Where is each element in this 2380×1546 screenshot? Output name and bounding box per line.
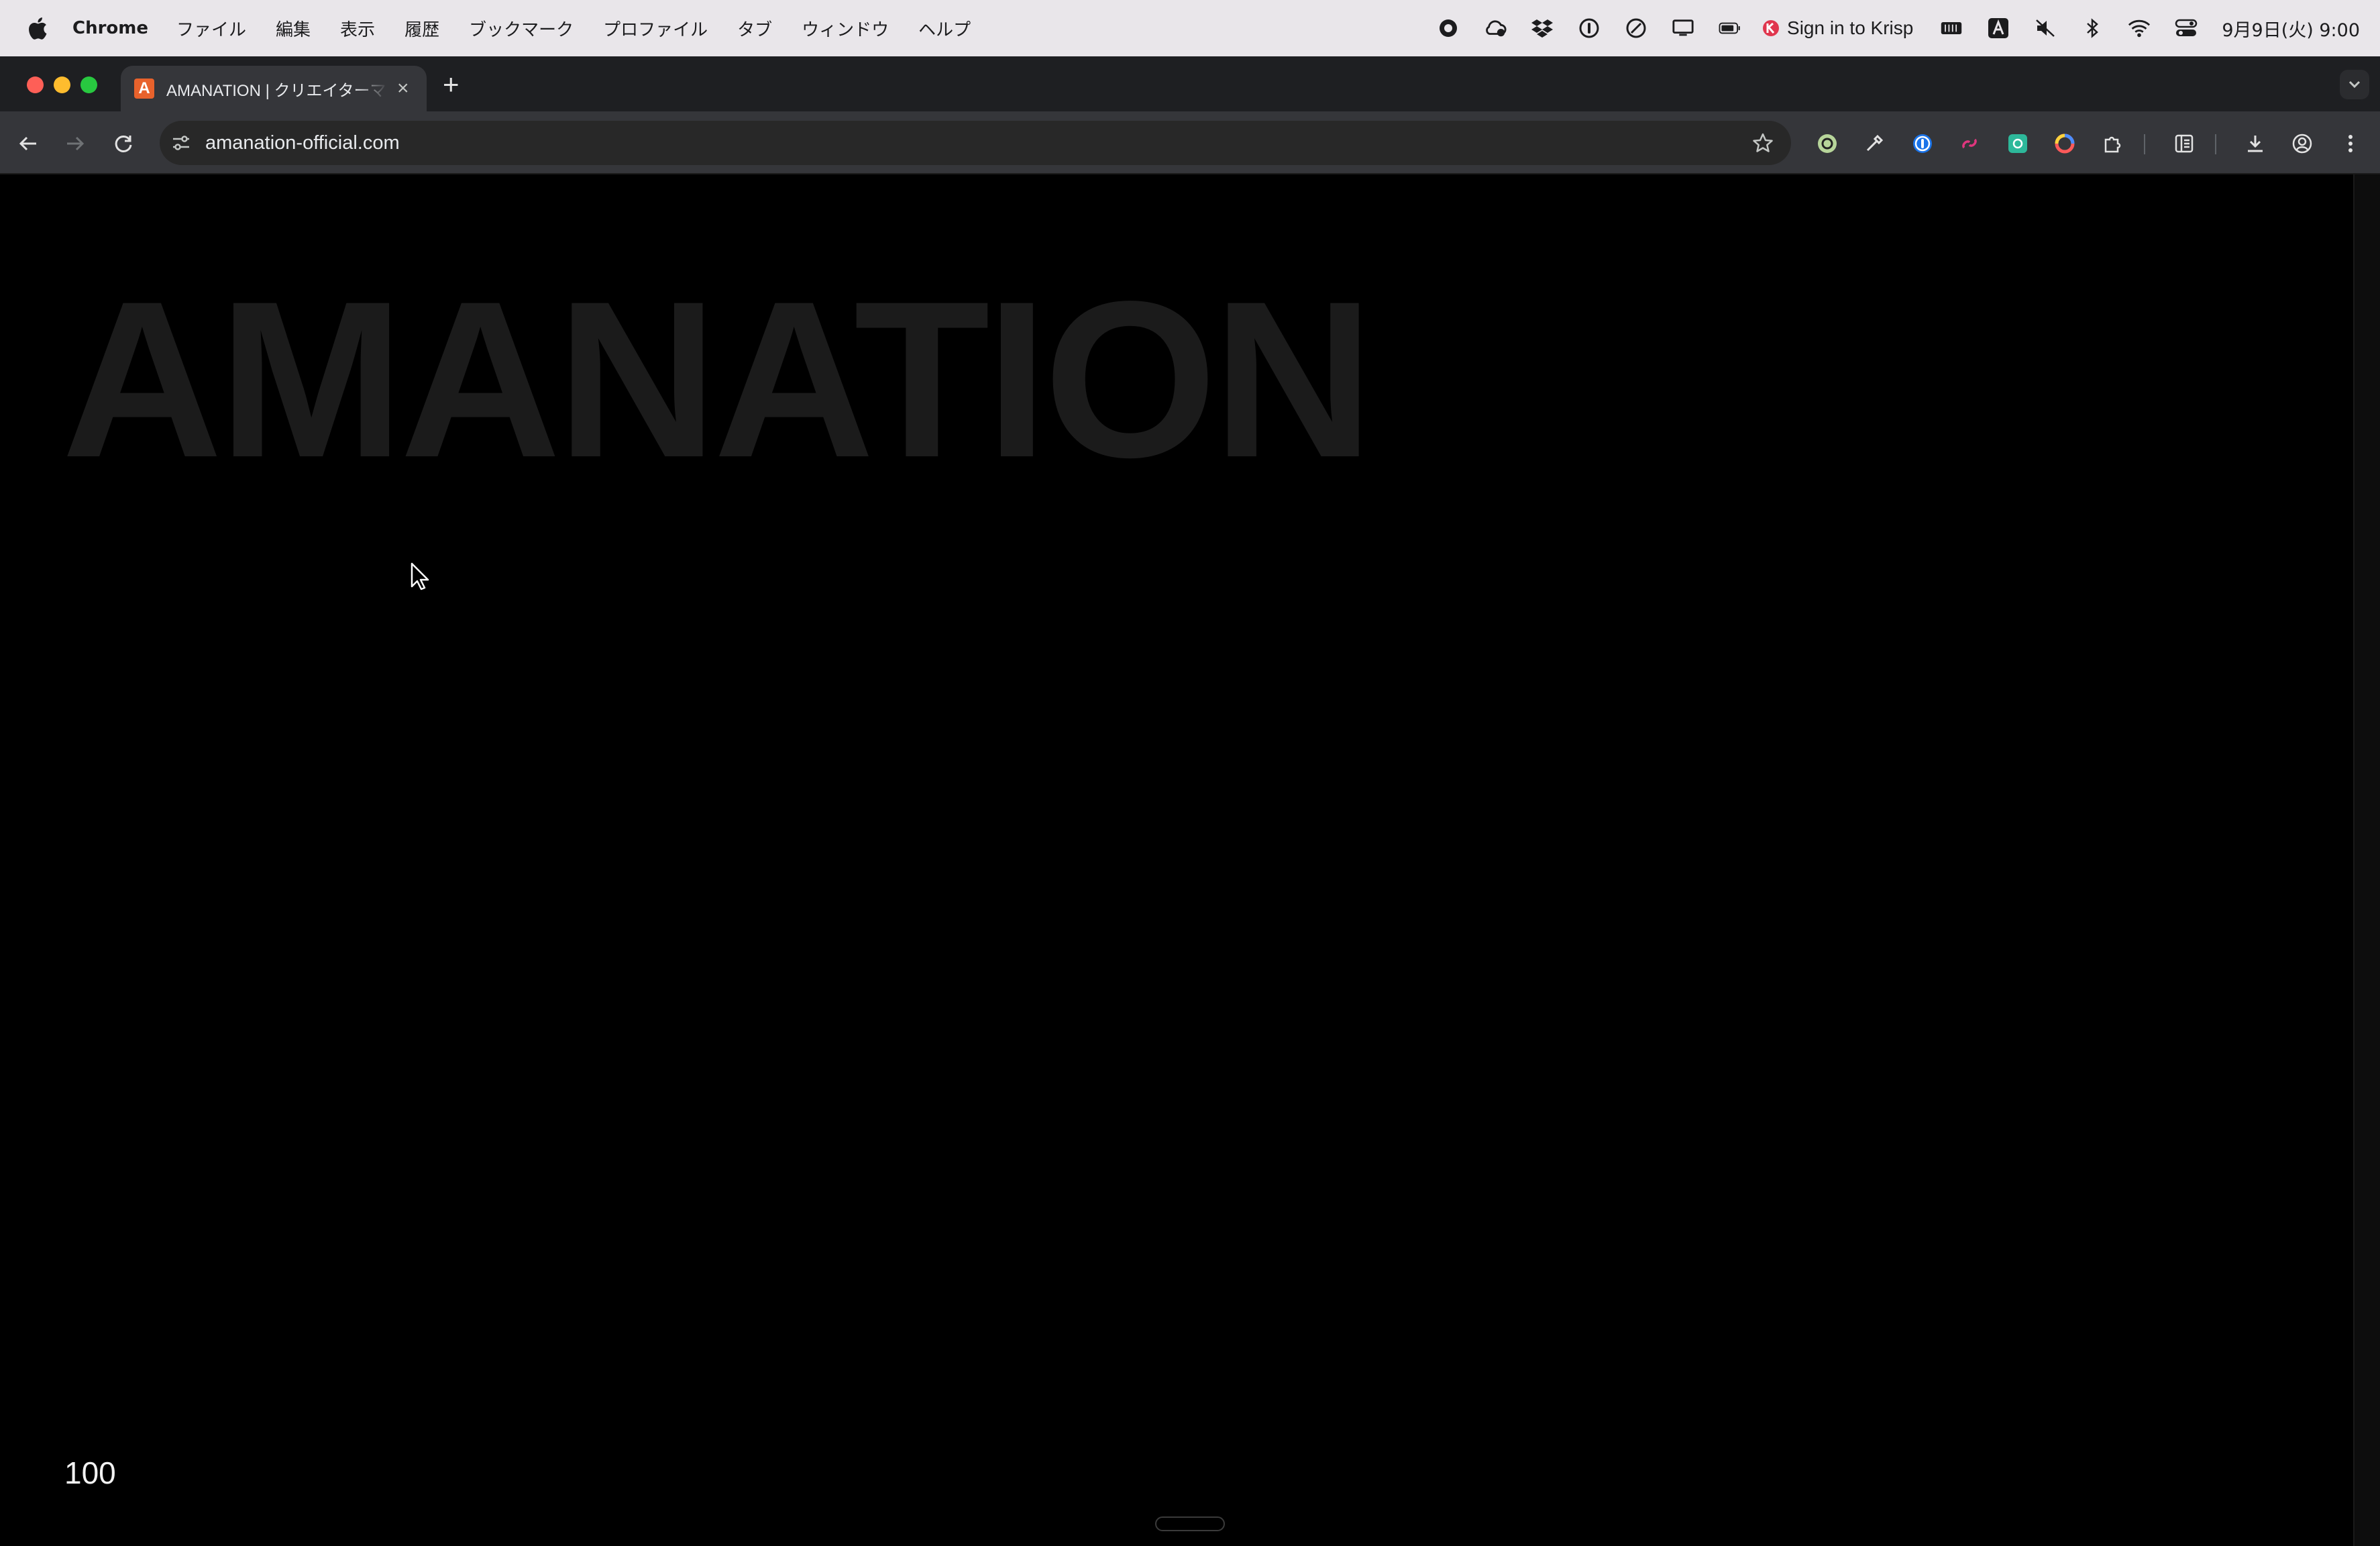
wifi-icon[interactable] [2128,17,2151,40]
menu-help[interactable]: ヘルプ [918,16,971,41]
new-tab-button[interactable]: + [443,70,459,99]
extension-link-icon[interactable] [1956,130,1983,157]
reload-icon [115,135,132,152]
menu-app-chrome[interactable]: Chrome [72,18,148,38]
menu-edit[interactable]: 編集 [276,16,311,41]
record-icon[interactable] [1437,17,1460,40]
downloads-icon[interactable] [2242,130,2269,157]
extension-screenshot-icon[interactable] [2004,130,2031,157]
input-source-icon[interactable] [1987,17,2010,40]
menu-tab[interactable]: タブ [737,16,772,41]
arrow-right-icon [67,136,85,151]
control-center-icon[interactable] [2175,17,2198,40]
extension-color-picker-icon[interactable] [2051,130,2078,157]
browser-toolbar: amanation-official.com [0,111,2380,174]
window-zoom-button[interactable] [80,76,97,93]
scroll-indicator[interactable] [1155,1516,1225,1531]
moon-app-icon[interactable] [1625,17,1647,40]
krisp-label: Sign in to Krisp [1787,17,1914,38]
reload-button[interactable] [110,130,137,157]
toolbar-divider [2215,134,2216,154]
window-minimize-button[interactable] [54,76,70,93]
menu-bookmarks[interactable]: ブックマーク [469,16,574,41]
krisp-icon [1763,20,1780,36]
reading-list-icon[interactable] [2171,130,2198,157]
onepassword-icon[interactable] [1578,17,1601,40]
window-close-button[interactable] [27,76,44,93]
menu-profiles[interactable]: プロファイル [603,16,708,41]
site-info-icon[interactable] [168,130,195,156]
hero-title: AMANATION [62,255,1374,504]
battery-icon[interactable] [1719,17,1741,40]
tab-strip: A AMANATION | クリエイターマネジメント × + [0,56,2380,111]
extension-onepassword-icon[interactable] [1909,130,1936,157]
url-text[interactable]: amanation-official.com [205,132,400,154]
tab-amanation[interactable]: A AMANATION | クリエイターマネジメント × [121,66,427,111]
browser-window: A AMANATION | クリエイターマネジメント × + amanation… [0,56,2380,1546]
tab-search-button[interactable] [2340,70,2369,99]
macos-menu-bar: Chrome ファイル 編集 表示 履歴 ブックマーク プロファイル タブ ウィ… [0,0,2380,56]
bookmark-star-icon[interactable] [1749,130,1776,156]
chrome-menu-icon[interactable] [2337,130,2364,157]
menu-history[interactable]: 履歴 [404,16,439,41]
address-bar[interactable]: amanation-official.com [160,121,1791,165]
back-button[interactable] [15,130,42,157]
forward-button[interactable] [62,130,89,157]
menu-view[interactable]: 表示 [340,16,375,41]
bluetooth-icon[interactable] [2081,17,2104,40]
tab-favicon: A [134,79,154,99]
page-viewport: AMANATION 100 [0,174,2353,1546]
memory-icon[interactable] [1940,17,1963,40]
display-icon[interactable] [1672,17,1694,40]
tab-close-icon[interactable]: × [397,79,409,99]
krisp-signin[interactable]: Sign in to Krisp [1762,17,1913,39]
toolbar-divider [2144,134,2145,154]
extensions-puzzle-icon[interactable] [2100,130,2126,157]
loading-counter: 100 [64,1455,116,1490]
tab-title: AMANATION | クリエイターマネジメント [166,81,388,100]
apple-logo-icon[interactable] [25,15,48,41]
profile-avatar-icon[interactable] [2289,130,2316,157]
extension-openai-icon[interactable] [1814,130,1841,157]
volume-muted-icon[interactable] [2034,17,2057,40]
page-scrollbar[interactable] [2353,174,2380,1546]
menu-window[interactable]: ウィンドウ [802,16,889,41]
cloud-sync-icon[interactable] [1484,17,1507,40]
menu-file[interactable]: ファイル [176,16,246,41]
mouse-cursor-icon [411,562,429,590]
menubar-clock[interactable]: 9月9日(火) 9:00 [2222,15,2360,42]
chevron-down-icon [2348,81,2361,89]
arrow-left-icon [19,136,36,151]
extension-eyedropper-icon[interactable] [1861,130,1888,157]
dropbox-icon[interactable] [1531,17,1554,40]
